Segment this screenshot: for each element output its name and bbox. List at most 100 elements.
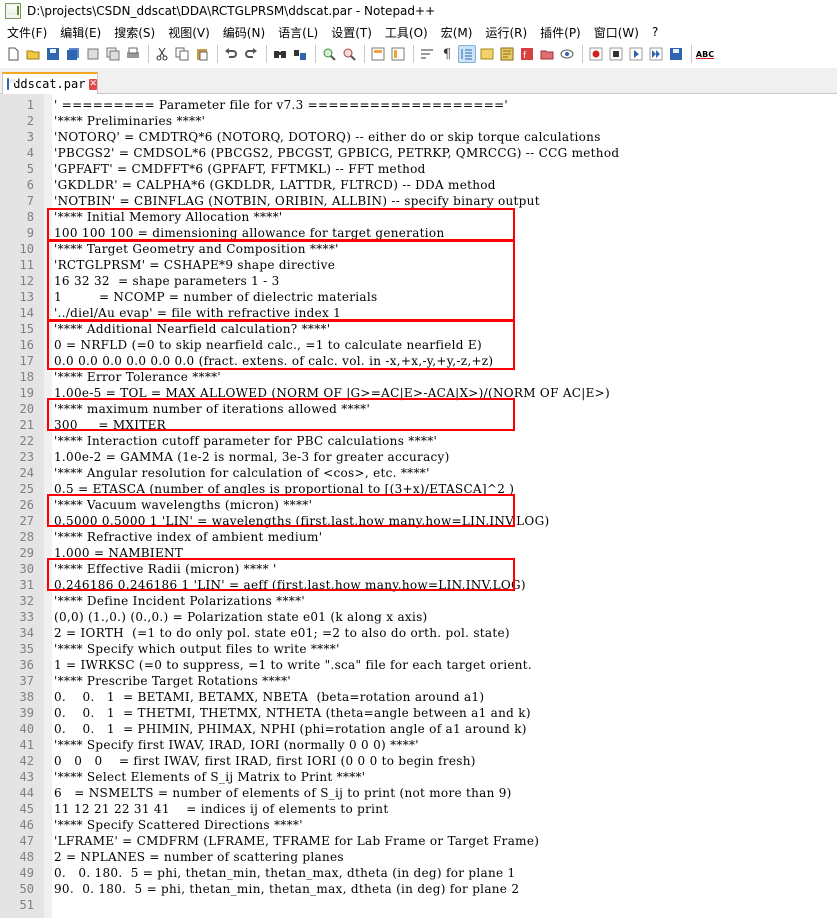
code-line[interactable]: 5 'GPFAFT' = CMDFFT*6 (GPFAFT, FFTMKL) --…: [0, 161, 837, 177]
monitoring-icon[interactable]: [558, 45, 576, 63]
new-file-icon[interactable]: [4, 45, 22, 63]
code-line[interactable]: 49 0. 0. 180. 5 = phi, thetan_min, thetan…: [0, 865, 837, 881]
line-text[interactable]: '**** Vacuum wavelengths (micron) ****': [44, 497, 312, 513]
menu-macro[interactable]: 宏(M): [434, 24, 479, 41]
replace-icon[interactable]: [291, 45, 309, 63]
line-text[interactable]: 1.000 = NAMBIENT: [44, 545, 183, 561]
line-text[interactable]: 0. 0. 1 = BETAMI, BETAMX, NBETA (beta=ro…: [44, 689, 484, 705]
line-text[interactable]: 100 100 100 = dimensioning allowance for…: [44, 225, 444, 241]
code-line[interactable]: 12 16 32 32 = shape parameters 1 - 3: [0, 273, 837, 289]
code-line[interactable]: 23 1.00e-2 = GAMMA (1e-2 is normal, 3e-3 …: [0, 449, 837, 465]
line-text[interactable]: 0 0 0 = first IWAV, first IRAD, first IO…: [44, 753, 476, 769]
code-line[interactable]: 47 'LFRAME' = CMDFRM (LFRAME, TFRAME for …: [0, 833, 837, 849]
zoom-in-icon[interactable]: [320, 45, 338, 63]
undo-icon[interactable]: [222, 45, 240, 63]
menu-run[interactable]: 运行(R): [478, 24, 533, 41]
line-text[interactable]: '**** Interaction cutoff parameter for P…: [44, 433, 437, 449]
line-text[interactable]: 0. 0. 180. 5 = phi, thetan_min, thetan_m…: [44, 865, 515, 881]
code-line[interactable]: 35 '**** Specify which output files to wr…: [0, 641, 837, 657]
code-line[interactable]: 26 '**** Vacuum wavelengths (micron) ****…: [0, 497, 837, 513]
cut-icon[interactable]: [153, 45, 171, 63]
line-text[interactable]: '**** maximum number of iterations allow…: [44, 401, 370, 417]
code-line[interactable]: 32 '**** Define Incident Polarizations **…: [0, 593, 837, 609]
sync-vertical-icon[interactable]: [369, 45, 387, 63]
line-text[interactable]: 'PBCGS2' = CMDSOL*6 (PBCGS2, PBCGST, GPB…: [44, 145, 619, 161]
code-line[interactable]: 42 0 0 0 = first IWAV, first IRAD, first …: [0, 753, 837, 769]
code-line[interactable]: 48 2 = NPLANES = number of scattering pla…: [0, 849, 837, 865]
line-text[interactable]: 'RCTGLPRSM' = CSHAPE*9 shape directive: [44, 257, 335, 273]
line-text[interactable]: 1 = NCOMP = number of dielectric materia…: [44, 289, 377, 305]
line-text[interactable]: '**** Preliminaries ****': [44, 113, 205, 129]
line-text[interactable]: 'NOTORQ' = CMDTRQ*6 (NOTORQ, DOTORQ) -- …: [44, 129, 601, 145]
close-icon[interactable]: [84, 45, 102, 63]
code-line[interactable]: 34 2 = IORTH (=1 to do only pol. state e0…: [0, 625, 837, 641]
record-macro-icon[interactable]: [587, 45, 605, 63]
text-area[interactable]: 1 ' ========= Parameter file for v7.3 ===…: [0, 97, 837, 913]
code-line[interactable]: 1 ' ========= Parameter file for v7.3 ===…: [0, 97, 837, 113]
line-text[interactable]: '**** Select Elements of S_ij Matrix to …: [44, 769, 365, 785]
udl-icon[interactable]: [478, 45, 496, 63]
print-icon[interactable]: [124, 45, 142, 63]
line-text[interactable]: 1.00e-2 = GAMMA (1e-2 is normal, 3e-3 fo…: [44, 449, 450, 465]
save-macro-icon[interactable]: [667, 45, 685, 63]
line-text[interactable]: 16 32 32 = shape parameters 1 - 3: [44, 273, 280, 289]
line-text[interactable]: '**** Define Incident Polarizations ****…: [44, 593, 305, 609]
line-text[interactable]: (0,0) (1.,0.) (0.,0.) = Polarization sta…: [44, 609, 428, 625]
code-line[interactable]: 15 '**** Additional Nearfield calculation…: [0, 321, 837, 337]
code-line[interactable]: 9 100 100 100 = dimensioning allowance fo…: [0, 225, 837, 241]
code-line[interactable]: 46 '**** Specify Scattered Directions ***…: [0, 817, 837, 833]
code-line[interactable]: 4 'PBCGS2' = CMDSOL*6 (PBCGS2, PBCGST, GP…: [0, 145, 837, 161]
redo-icon[interactable]: [242, 45, 260, 63]
menu-view[interactable]: 视图(V): [161, 24, 216, 41]
save-all-icon[interactable]: [64, 45, 82, 63]
code-line[interactable]: 21 300 = MXITER: [0, 417, 837, 433]
line-text[interactable]: 1.00e-5 = TOL = MAX ALLOWED (NORM OF |G>…: [44, 385, 610, 401]
menu-edit[interactable]: 编辑(E): [53, 24, 107, 41]
code-line[interactable]: 8 '**** Initial Memory Allocation ****': [0, 209, 837, 225]
line-text[interactable]: 2 = IORTH (=1 to do only pol. state e01;…: [44, 625, 510, 641]
folder-workspace-icon[interactable]: [538, 45, 556, 63]
code-line[interactable]: 18 '**** Error Tolerance ****': [0, 369, 837, 385]
function-list-icon[interactable]: f: [518, 45, 536, 63]
code-line[interactable]: 33 (0,0) (1.,0.) (0.,0.) = Polarization s…: [0, 609, 837, 625]
show-all-chars-icon[interactable]: ¶: [438, 45, 456, 63]
line-text[interactable]: '**** Additional Nearfield calculation? …: [44, 321, 330, 337]
line-text[interactable]: 'GPFAFT' = CMDFFT*6 (GPFAFT, FFTMKL) -- …: [44, 161, 426, 177]
line-text[interactable]: 300 = MXITER: [44, 417, 166, 433]
menu-file[interactable]: 文件(F): [0, 24, 53, 41]
code-line[interactable]: 50 90. 0. 180. 5 = phi, thetan_min, theta…: [0, 881, 837, 897]
code-line[interactable]: 3 'NOTORQ' = CMDTRQ*6 (NOTORQ, DOTORQ) --…: [0, 129, 837, 145]
code-line[interactable]: 16 0 = NRFLD (=0 to skip nearfield calc.,…: [0, 337, 837, 353]
code-line[interactable]: 28 '**** Refractive index of ambient medi…: [0, 529, 837, 545]
code-line[interactable]: 17 0.0 0.0 0.0 0.0 0.0 0.0 (fract. extens…: [0, 353, 837, 369]
line-text[interactable]: 0.246186 0.246186 1 'LIN' = aeff (first,…: [44, 577, 526, 593]
menu-tools[interactable]: 工具(O): [378, 24, 434, 41]
close-all-icon[interactable]: [104, 45, 122, 63]
line-text[interactable]: 0.5 = ETASCA (number of angles is propor…: [44, 481, 514, 497]
play-macro-icon[interactable]: [627, 45, 645, 63]
play-multiple-icon[interactable]: [647, 45, 665, 63]
editor[interactable]: 1 ' ========= Parameter file for v7.3 ===…: [0, 94, 837, 918]
code-line[interactable]: 36 1 = IWRKSC (=0 to suppress, =1 to writ…: [0, 657, 837, 673]
line-text[interactable]: '**** Specify Scattered Directions ****': [44, 817, 303, 833]
line-text[interactable]: 6 = NSMELTS = number of elements of S_ij…: [44, 785, 512, 801]
code-line[interactable]: 10 '**** Target Geometry and Composition …: [0, 241, 837, 257]
tab-close-icon[interactable]: ✕: [89, 78, 97, 90]
line-text[interactable]: [44, 897, 54, 913]
line-text[interactable]: 'LFRAME' = CMDFRM (LFRAME, TFRAME for La…: [44, 833, 539, 849]
code-line[interactable]: 43 '**** Select Elements of S_ij Matrix t…: [0, 769, 837, 785]
line-text[interactable]: '**** Specify first IWAV, IRAD, IORI (no…: [44, 737, 419, 753]
code-line[interactable]: 25 0.5 = ETASCA (number of angles is prop…: [0, 481, 837, 497]
code-line[interactable]: 27 0.5000 0.5000 1 'LIN' = wavelengths (f…: [0, 513, 837, 529]
zoom-out-icon[interactable]: [340, 45, 358, 63]
line-text[interactable]: '**** Target Geometry and Composition **…: [44, 241, 339, 257]
code-line[interactable]: 14 '../diel/Au evap' = file with refracti…: [0, 305, 837, 321]
line-text[interactable]: '**** Error Tolerance ****': [44, 369, 221, 385]
code-line[interactable]: 45 11 12 21 22 31 41 = indices ij of elem…: [0, 801, 837, 817]
menu-search[interactable]: 搜索(S): [107, 24, 161, 41]
code-line[interactable]: 30 '**** Effective Radii (micron) **** ': [0, 561, 837, 577]
line-text[interactable]: ' ========= Parameter file for v7.3 ====…: [44, 97, 508, 113]
stop-record-icon[interactable]: [607, 45, 625, 63]
line-text[interactable]: '**** Prescribe Target Rotations ****': [44, 673, 291, 689]
code-line[interactable]: 31 0.246186 0.246186 1 'LIN' = aeff (firs…: [0, 577, 837, 593]
